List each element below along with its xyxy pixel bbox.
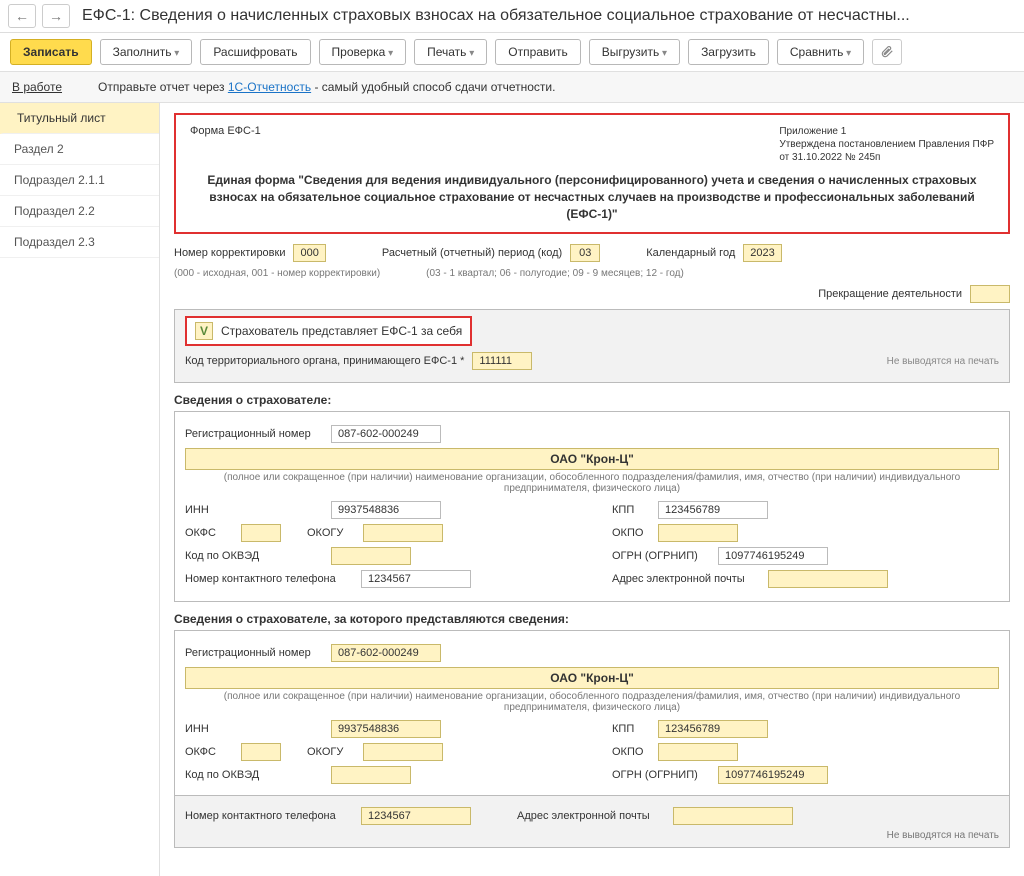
ogrn2-input[interactable]: 1097746195249 bbox=[718, 766, 828, 784]
org2-name-input[interactable]: ОАО "Крон-Ц" bbox=[185, 667, 999, 689]
okogu-input[interactable] bbox=[363, 524, 443, 542]
fill-button[interactable]: Заполнить bbox=[100, 39, 193, 65]
okfs2-input[interactable] bbox=[241, 743, 281, 761]
form-header-highlight: Форма ЕФС-1 Приложение 1 Утверждена пост… bbox=[174, 113, 1010, 234]
territorial-code-input[interactable]: 111111 bbox=[472, 352, 532, 370]
form-label: Форма ЕФС-1 bbox=[190, 125, 261, 164]
cease-activity-input[interactable] bbox=[970, 285, 1010, 303]
kpp2-input[interactable]: 123456789 bbox=[658, 720, 768, 738]
sidebar: Титульный лист Раздел 2 Подраздел 2.1.1 … bbox=[0, 103, 160, 876]
self-represent-highlight: V Страхователь представляет ЕФС-1 за себ… bbox=[185, 316, 472, 346]
phone2-input[interactable]: 1234567 bbox=[361, 807, 471, 825]
page-title: ЕФС-1: Сведения о начисленных страховых … bbox=[76, 7, 1016, 25]
okved-input[interactable] bbox=[331, 547, 411, 565]
tab-subsection211[interactable]: Подраздел 2.1.1 bbox=[0, 165, 159, 196]
check-button[interactable]: Проверка bbox=[319, 39, 407, 65]
ogrn-input[interactable]: 1097746195249 bbox=[718, 547, 828, 565]
phone-input[interactable]: 1234567 bbox=[361, 570, 471, 588]
1c-report-link[interactable]: 1С-Отчетность bbox=[228, 80, 311, 94]
okved2-input[interactable] bbox=[331, 766, 411, 784]
reg2-number-input[interactable]: 087-602-000249 bbox=[331, 644, 441, 662]
attach-icon[interactable] bbox=[872, 39, 902, 65]
org-name-input[interactable]: ОАО "Крон-Ц" bbox=[185, 448, 999, 470]
correction-number[interactable]: 000 bbox=[293, 244, 325, 262]
insurer-section-title: Сведения о страхователе: bbox=[174, 393, 1010, 407]
okpo2-input[interactable] bbox=[658, 743, 738, 761]
inn2-input[interactable]: 9937548836 bbox=[331, 720, 441, 738]
save-button[interactable]: Записать bbox=[10, 39, 92, 65]
tab-section2[interactable]: Раздел 2 bbox=[0, 134, 159, 165]
send-button[interactable]: Отправить bbox=[495, 39, 581, 65]
print-button[interactable]: Печать bbox=[414, 39, 487, 65]
reg-number-input[interactable]: 087-602-000249 bbox=[331, 425, 441, 443]
tab-subsection23[interactable]: Подраздел 2.3 bbox=[0, 227, 159, 258]
email2-input[interactable] bbox=[673, 807, 793, 825]
calendar-year[interactable]: 2023 bbox=[743, 244, 781, 262]
okfs-input[interactable] bbox=[241, 524, 281, 542]
status-label[interactable]: В работе bbox=[12, 80, 62, 94]
form-main-title: Единая форма "Сведения для ведения индив… bbox=[190, 172, 994, 222]
period-code[interactable]: 03 bbox=[570, 244, 600, 262]
inn-input[interactable]: 9937548836 bbox=[331, 501, 441, 519]
back-button[interactable]: ← bbox=[8, 4, 36, 28]
self-checkbox[interactable]: V bbox=[195, 322, 213, 340]
okogu2-input[interactable] bbox=[363, 743, 443, 761]
tab-title-page[interactable]: Титульный лист bbox=[0, 103, 159, 134]
export-button[interactable]: Выгрузить bbox=[589, 39, 680, 65]
compare-button[interactable]: Сравнить bbox=[777, 39, 864, 65]
okpo-input[interactable] bbox=[658, 524, 738, 542]
insurer2-section-title: Сведения о страхователе, за которого пре… bbox=[174, 612, 1010, 626]
forward-button[interactable]: → bbox=[42, 4, 70, 28]
tab-subsection22[interactable]: Подраздел 2.2 bbox=[0, 196, 159, 227]
kpp-input[interactable]: 123456789 bbox=[658, 501, 768, 519]
decrypt-button[interactable]: Расшифровать bbox=[200, 39, 310, 65]
status-text: Отправьте отчет через 1С-Отчетность - са… bbox=[98, 80, 555, 94]
import-button[interactable]: Загрузить bbox=[688, 39, 769, 65]
email-input[interactable] bbox=[768, 570, 888, 588]
